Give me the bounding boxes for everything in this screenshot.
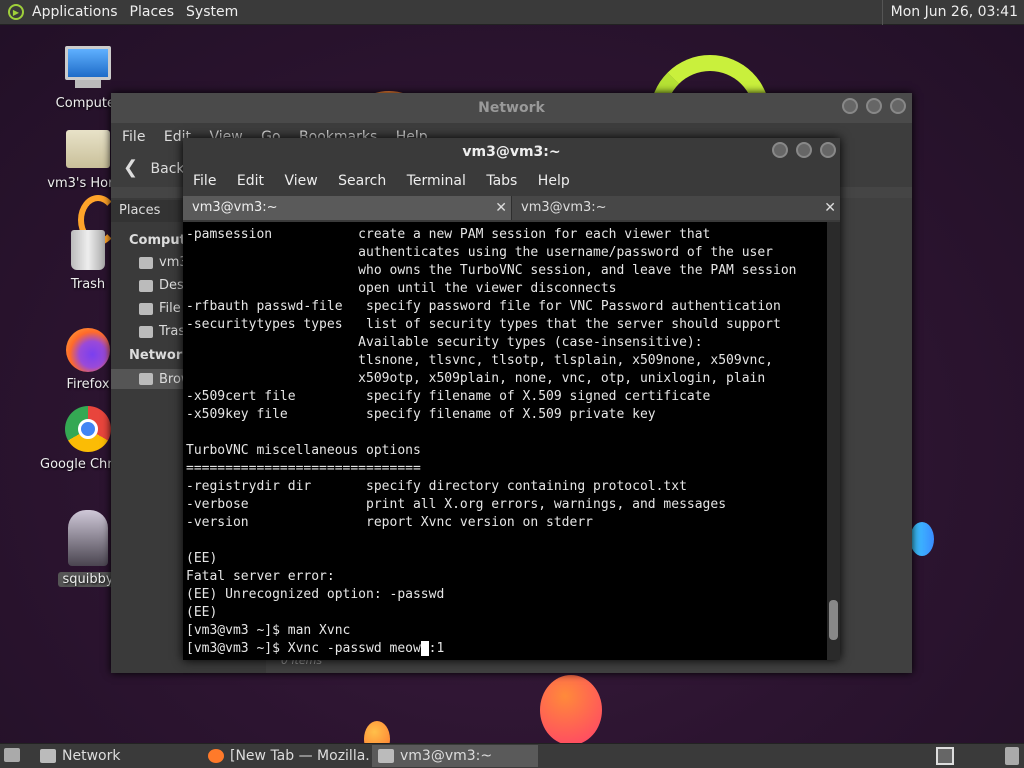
top-panel: ▶ Applications Places System Mon Jun 26,…	[0, 0, 1024, 25]
back-button[interactable]: ❮ Back	[123, 157, 185, 178]
terminal-tab-2[interactable]: vm3@vm3:~ ✕	[512, 196, 840, 220]
terminal-menu-file[interactable]: File	[193, 166, 216, 196]
maximize-button[interactable]	[866, 98, 882, 114]
network-icon	[139, 373, 153, 385]
terminal-menu-view[interactable]: View	[284, 166, 317, 196]
terminal-line: (EE)	[186, 605, 218, 620]
terminal-line: -x509cert file specify filename of X.509…	[186, 389, 711, 404]
drive-icon	[139, 302, 153, 315]
sidebar-heading-network: Network	[129, 348, 191, 363]
terminal-line: x509otp, x509plain, none, vnc, otp, unix…	[186, 371, 766, 386]
home-icon	[139, 256, 153, 269]
terminal-window[interactable]: vm3@vm3:~ File Edit View Search Terminal…	[183, 138, 840, 660]
terminal-line: -version report Xvnc version on stderr	[186, 515, 593, 530]
terminal-line: -pamsession create a new PAM session for…	[186, 227, 711, 242]
taskbar-item-network[interactable]: Network	[34, 745, 200, 767]
chrome-icon	[65, 406, 111, 452]
terminal-line: -x509key file specify filename of X.509 …	[186, 407, 656, 422]
terminal-scrollbar[interactable]	[827, 222, 840, 660]
terminal-line: (EE) Unrecognized option: -passwd	[186, 587, 445, 602]
terminal-line: Available security types (case-insensiti…	[186, 335, 703, 350]
terminal-title: vm3@vm3:~	[462, 144, 561, 160]
terminal-tabbar: vm3@vm3:~ ✕ vm3@vm3:~ ✕	[183, 196, 840, 220]
wallpaper-shape	[364, 721, 390, 743]
terminal-line: authenticates using the username/passwor…	[186, 245, 773, 260]
wallpaper-shape	[910, 522, 934, 556]
network-window-titlebar[interactable]: Network	[111, 93, 912, 123]
terminal-menu-tabs[interactable]: Tabs	[486, 166, 517, 196]
terminal-prompt-line: [vm3@vm3 ~]$ Xvnc -passwd meow :1	[186, 641, 445, 656]
terminal-line: Fatal server error:	[186, 569, 335, 584]
terminal-titlebar[interactable]: vm3@vm3:~	[183, 138, 840, 166]
home-folder-icon	[66, 130, 110, 168]
terminal-menu-edit[interactable]: Edit	[237, 166, 264, 196]
system-menu[interactable]: System	[186, 4, 238, 20]
terminal-line: ==============================	[186, 461, 421, 476]
network-window-title: Network	[478, 100, 545, 116]
trash-icon	[71, 230, 105, 270]
terminal-line: -registrydir dir specify directory conta…	[186, 479, 687, 494]
taskbar-item-terminal[interactable]: vm3@vm3:~	[372, 745, 538, 767]
terminal-line: -rfbauth passwd-file specify password fi…	[186, 299, 781, 314]
close-button[interactable]	[890, 98, 906, 114]
terminal-line: TurboVNC miscellaneous options	[186, 443, 421, 458]
wallpaper-shape	[540, 675, 602, 743]
bottom-panel: Network [New Tab — Mozilla... vm3@vm3:~	[0, 743, 1024, 768]
terminal-line: -verbose print all X.org errors, warning…	[186, 497, 727, 512]
sidebar-item-home[interactable]: vm3	[139, 255, 188, 270]
network-icon	[40, 749, 56, 763]
trash-applet-icon[interactable]	[1005, 747, 1019, 765]
applications-menu[interactable]: Applications	[32, 4, 118, 20]
computer-icon	[65, 46, 111, 88]
terminal-menubar: File Edit View Search Terminal Tabs Help	[183, 166, 840, 196]
close-tab-icon[interactable]: ✕	[824, 196, 836, 220]
firefox-icon	[66, 328, 110, 372]
terminal-output: -pamsession create a new PAM session for…	[186, 226, 796, 658]
terminal-menu-search[interactable]: Search	[338, 166, 386, 196]
terminal-line: -securitytypes types list of security ty…	[186, 317, 781, 332]
terminal-icon	[378, 749, 394, 763]
network-menu-file[interactable]: File	[122, 129, 145, 145]
workspace-switcher[interactable]	[936, 747, 954, 765]
places-menu[interactable]: Places	[130, 4, 175, 20]
minimize-button[interactable]	[842, 98, 858, 114]
terminal-screen[interactable]: -pamsession create a new PAM session for…	[183, 222, 840, 660]
minimize-button[interactable]	[772, 142, 788, 158]
maximize-button[interactable]	[796, 142, 812, 158]
terminal-menu-terminal[interactable]: Terminal	[407, 166, 466, 196]
trash-small-icon	[139, 325, 153, 338]
close-button[interactable]	[820, 142, 836, 158]
avatar-icon	[68, 510, 108, 566]
terminal-menu-help[interactable]: Help	[538, 166, 570, 196]
terminal-line: (EE)	[186, 551, 218, 566]
terminal-line: who owns the TurboVNC session, and leave…	[186, 263, 797, 278]
terminal-line: [vm3@vm3 ~]$ man Xvnc	[186, 623, 351, 638]
scrollbar-thumb[interactable]	[829, 600, 838, 640]
terminal-tab-1[interactable]: vm3@vm3:~ ✕	[183, 196, 511, 220]
terminal-cursor	[420, 641, 429, 656]
terminal-line: tlsnone, tlsvnc, tlsotp, tlsplain, x509n…	[186, 353, 773, 368]
distro-logo-icon[interactable]: ▶	[8, 4, 24, 20]
show-desktop-icon[interactable]	[4, 748, 20, 762]
back-arrow-icon: ❮	[123, 157, 139, 178]
taskbar-item-firefox[interactable]: [New Tab — Mozilla...	[202, 745, 370, 767]
terminal-line: open until the viewer disconnects	[186, 281, 617, 296]
clock[interactable]: Mon Jun 26, 03:41	[881, 0, 1018, 25]
close-tab-icon[interactable]: ✕	[495, 196, 507, 220]
desktop-icon	[139, 279, 153, 292]
squibby-label: squibby	[58, 572, 118, 587]
firefox-icon	[208, 749, 224, 763]
